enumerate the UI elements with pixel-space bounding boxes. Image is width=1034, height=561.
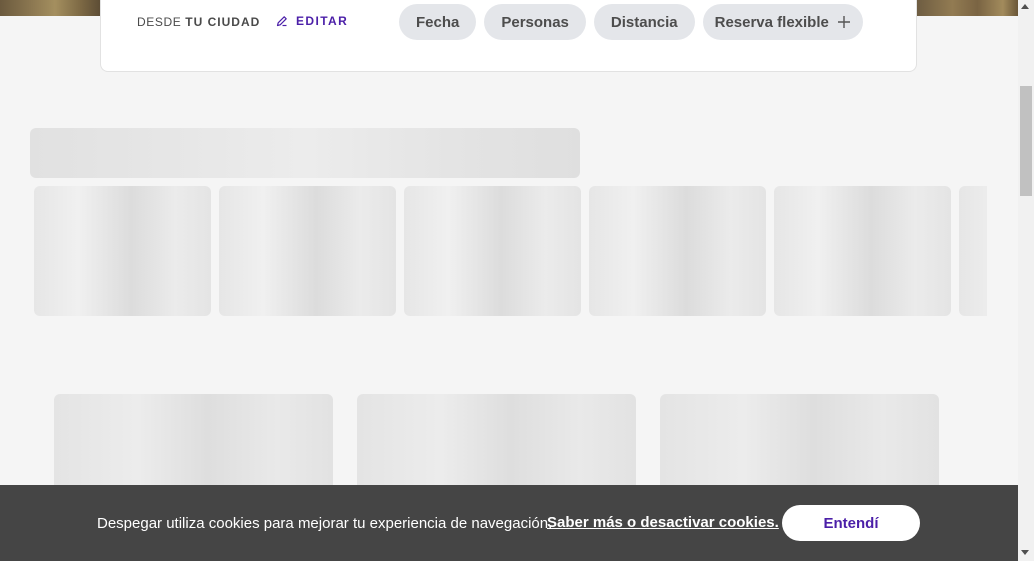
- skeleton-card: [774, 186, 951, 316]
- search-card: DESDE TU CIUDAD EDITAR Fecha Personas Di…: [100, 0, 917, 72]
- skeleton-card: [219, 186, 396, 316]
- hero-image-left: [0, 0, 100, 16]
- cookie-banner: Despegar utiliza cookies para mejorar tu…: [0, 485, 1018, 561]
- skeleton-card: [404, 186, 581, 316]
- skeleton-carousel: [34, 186, 987, 316]
- skeleton-large-card: [54, 394, 333, 494]
- skeleton-section-title: [30, 128, 580, 178]
- edit-label: EDITAR: [296, 14, 349, 28]
- pencil-icon: [276, 16, 287, 27]
- skeleton-large-card: [357, 394, 636, 494]
- scrollbar-thumb[interactable]: [1020, 86, 1032, 196]
- hero-image-right: [917, 0, 1018, 16]
- filter-chip-label: Personas: [501, 13, 569, 31]
- skeleton-large-card: [660, 394, 939, 494]
- cookie-settings-link[interactable]: Saber más o desactivar cookies.: [547, 514, 779, 531]
- plus-icon: [837, 16, 850, 28]
- cookie-accept-button[interactable]: Entendí: [782, 505, 920, 541]
- filter-chip-people[interactable]: Personas: [484, 4, 586, 40]
- scrollbar-track[interactable]: [1018, 0, 1034, 561]
- filter-chip-label: Distancia: [610, 13, 678, 31]
- filter-chip-label: Fecha: [416, 13, 460, 31]
- filter-chip-flexible-booking[interactable]: Reserva flexible: [702, 4, 863, 40]
- scroll-down-arrow-icon[interactable]: [1021, 550, 1029, 555]
- scroll-up-arrow-icon[interactable]: [1021, 4, 1029, 9]
- skeleton-card: [589, 186, 766, 316]
- filter-chip-distance[interactable]: Distancia: [593, 4, 695, 40]
- origin-label: DESDE TU CIUDAD: [137, 15, 260, 29]
- origin-prefix: DESDE: [137, 15, 182, 29]
- origin-city: TU CIUDAD: [185, 15, 261, 29]
- filter-chips: Fecha Personas Distancia Reserva flexibl…: [399, 4, 863, 40]
- filter-chip-date[interactable]: Fecha: [399, 4, 477, 40]
- skeleton-card: [959, 186, 987, 316]
- cookie-message: Despegar utiliza cookies para mejorar tu…: [97, 515, 553, 532]
- skeleton-card: [34, 186, 211, 316]
- filter-chip-label: Reserva flexible: [714, 13, 829, 31]
- edit-origin-link[interactable]: EDITAR: [276, 14, 348, 28]
